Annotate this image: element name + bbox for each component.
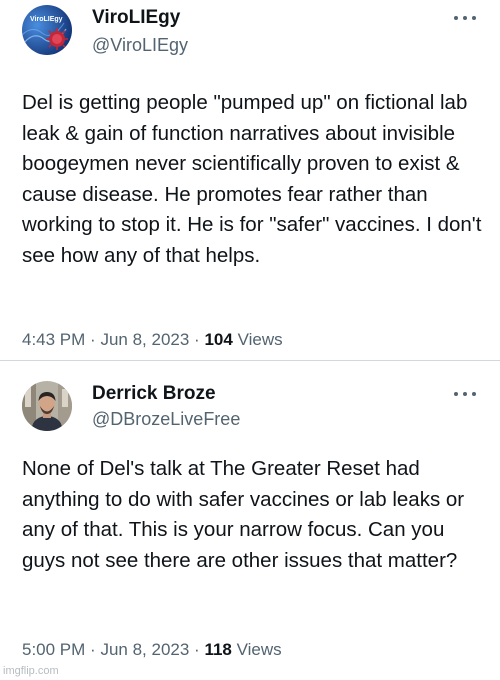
meta-separator: · xyxy=(90,330,96,349)
tweet-meta: 4:43 PM · Jun 8, 2023 · 104 Views xyxy=(22,330,283,350)
more-options-icon[interactable] xyxy=(454,15,476,21)
avatar[interactable]: ViroLIEgy xyxy=(22,5,72,55)
views-count: 104 xyxy=(204,330,233,349)
meta-separator: · xyxy=(194,330,200,349)
tweet-derrick-broze: Derrick Broze @DBrozeLiveFree None of De… xyxy=(0,362,500,680)
tweet-text: None of Del's talk at The Greater Reset … xyxy=(22,457,465,572)
avatar-logo-text: ViroLIEgy xyxy=(30,16,63,23)
meta-separator: · xyxy=(194,640,200,659)
person-avatar-icon xyxy=(22,381,72,431)
more-options-icon[interactable] xyxy=(454,391,476,397)
display-name[interactable]: Derrick Broze xyxy=(92,383,216,405)
display-name[interactable]: ViroLIEgy xyxy=(92,7,180,29)
views-count: 118 xyxy=(204,640,232,659)
views-label: Views xyxy=(236,640,282,659)
divider xyxy=(0,360,500,361)
tweet-time[interactable]: 4:43 PM xyxy=(22,330,85,349)
virus-avatar-icon: ViroLIEgy xyxy=(22,5,72,55)
tweet-date[interactable]: Jun 8, 2023 xyxy=(100,640,189,659)
meta-separator: · xyxy=(90,640,96,659)
views-label: Views xyxy=(237,330,283,349)
avatar[interactable] xyxy=(22,381,72,431)
tweet-text: Del is getting people "pumped up" on fic… xyxy=(22,91,482,267)
user-handle[interactable]: @ViroLIEgy xyxy=(92,35,188,56)
tweet-viroliegy: ViroLIEgy ViroLIEgy @ViroLIEgy Del is ge… xyxy=(0,0,500,360)
watermark: imgflip.com xyxy=(3,665,59,677)
tweet-date[interactable]: Jun 8, 2023 xyxy=(100,330,189,349)
user-handle[interactable]: @DBrozeLiveFree xyxy=(92,409,240,430)
tweet-meta: 5:00 PM · Jun 8, 2023 · 118 Views xyxy=(22,640,282,660)
tweet-time[interactable]: 5:00 PM xyxy=(22,640,85,659)
